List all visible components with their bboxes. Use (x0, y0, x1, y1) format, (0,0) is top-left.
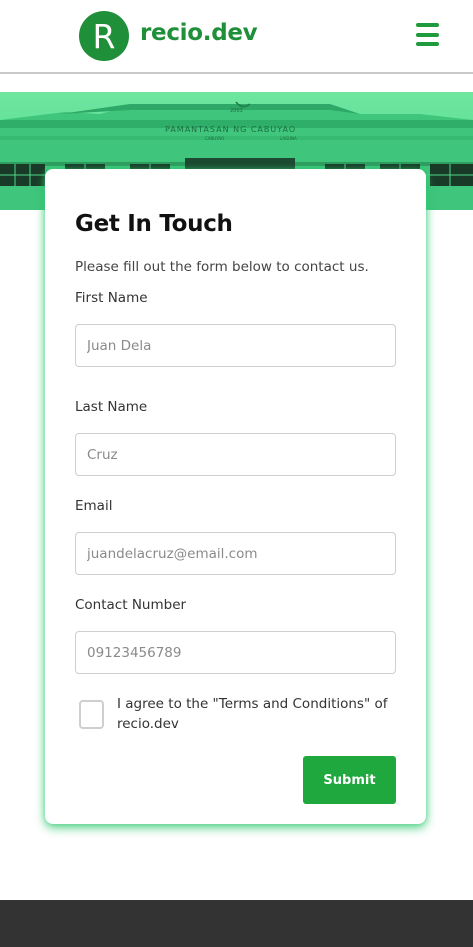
first-name-label: First Name (75, 290, 148, 306)
hamburger-line (416, 23, 439, 27)
building-year: 2003 (230, 108, 243, 114)
building-sub-right: LAGUNA (280, 136, 297, 141)
contact-number-label: Contact Number (75, 597, 187, 613)
terms-checkbox[interactable] (79, 700, 104, 729)
building-sub-left: CABUYAO (205, 136, 224, 141)
contact-number-input[interactable] (75, 631, 396, 674)
submit-button[interactable]: Submit (303, 756, 396, 804)
brand-name[interactable]: recio.dev (140, 20, 258, 46)
hamburger-menu-icon[interactable] (416, 23, 439, 46)
terms-label: I agree to the "Terms and Conditions" of… (117, 696, 388, 732)
contact-form-card: Get In Touch Please fill out the form be… (45, 169, 426, 824)
form-title: Get In Touch (75, 211, 233, 237)
email-label: Email (75, 498, 113, 514)
logo-letter: R (92, 16, 116, 56)
navbar: R recio.dev (0, 0, 473, 74)
hamburger-line (416, 32, 439, 37)
form-subtitle: Please fill out the form below to contac… (75, 259, 369, 275)
email-input[interactable] (75, 532, 396, 575)
logo-icon[interactable]: R (79, 11, 129, 61)
hamburger-line (416, 42, 439, 46)
first-name-input[interactable] (75, 324, 396, 367)
building-sign: PAMANTASAN NG CABUYAO (165, 125, 296, 134)
footer (0, 900, 473, 947)
last-name-input[interactable] (75, 433, 396, 476)
last-name-label: Last Name (75, 399, 148, 415)
